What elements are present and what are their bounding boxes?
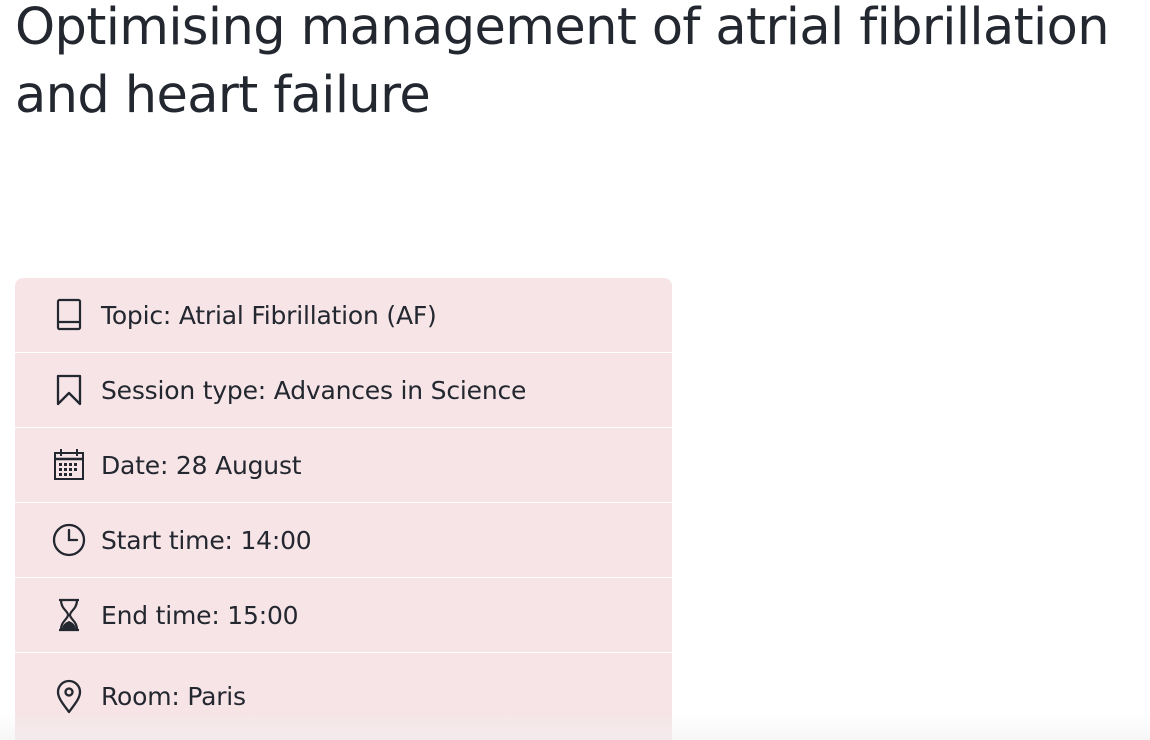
detail-row-topic: Topic: Atrial Fibrillation (AF) <box>15 278 672 353</box>
calendar-icon <box>51 447 87 483</box>
detail-start-time-label: Start time: 14:00 <box>101 525 312 555</box>
clock-icon <box>51 522 87 558</box>
detail-end-time-label: End time: 15:00 <box>101 600 299 630</box>
detail-room-label: Room: Paris <box>101 682 246 711</box>
detail-row-session-type: Session type: Advances in Science <box>15 353 672 428</box>
detail-date-label: Date: 28 August <box>101 450 302 480</box>
location-pin-icon <box>51 679 87 715</box>
detail-row-start-time: Start time: 14:00 <box>15 503 672 578</box>
hourglass-icon <box>51 597 87 633</box>
bookmark-icon <box>51 372 87 408</box>
detail-topic-label: Topic: Atrial Fibrillation (AF) <box>101 300 437 330</box>
detail-row-date: Date: 28 August <box>15 428 672 503</box>
detail-session-type-label: Session type: Advances in Science <box>101 375 527 405</box>
detail-row-end-time: End time: 15:00 <box>15 578 672 653</box>
book-icon <box>51 297 87 333</box>
session-details-card: Topic: Atrial Fibrillation (AF) Session … <box>15 278 672 740</box>
detail-row-room: Room: Paris <box>15 653 672 740</box>
page-title: Optimising management of atrial fibrilla… <box>15 0 1110 125</box>
